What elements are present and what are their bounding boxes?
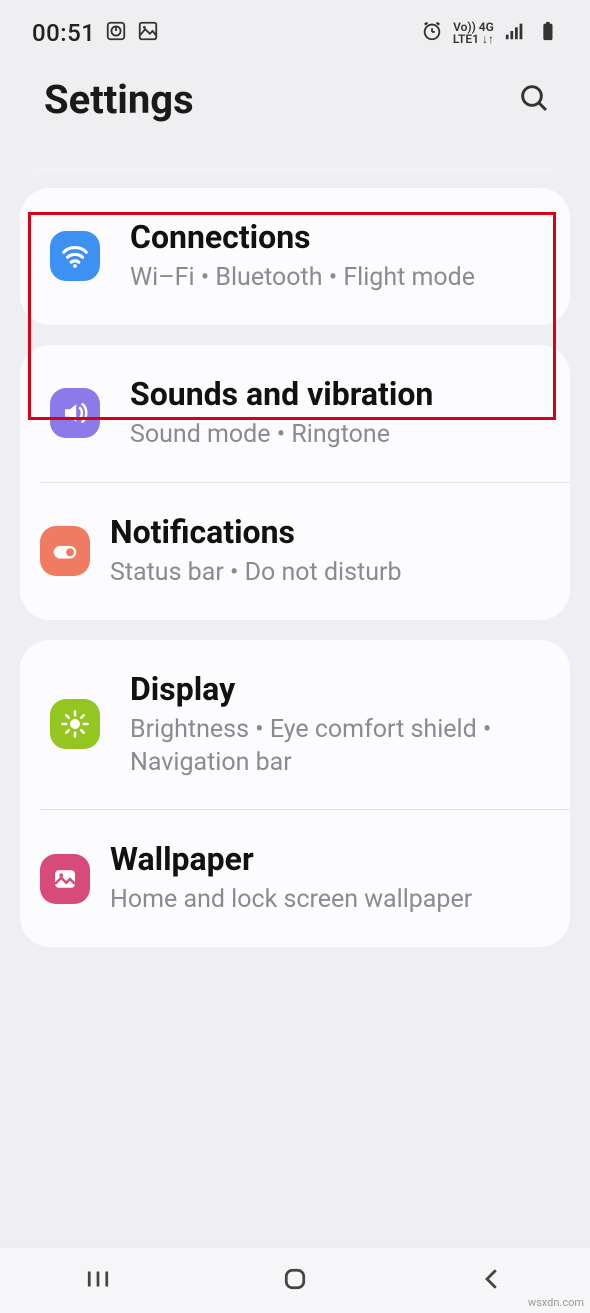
search-button[interactable] [512,78,556,122]
row-title: Display [130,670,540,708]
row-subtitle: Sound mode • Ringtone [130,419,540,452]
row-title: Wallpaper [110,840,540,878]
home-icon [280,1264,310,1297]
clock: 00:51 [32,19,95,47]
nav-home-button[interactable] [255,1261,335,1301]
page-title: Settings [44,76,194,123]
settings-row-display[interactable]: Display Brightness • Eye comfort shield … [20,640,570,809]
signal-icon [504,20,526,46]
nav-back-button[interactable] [452,1261,532,1301]
row-subtitle: Home and lock screen wallpaper [110,884,540,917]
settings-row-connections[interactable]: Connections Wi–Fi • Bluetooth • Flight m… [20,188,570,325]
sun-icon [50,699,100,749]
nav-recents-button[interactable] [58,1261,138,1301]
speaker-icon [50,388,100,438]
settings-row-sounds[interactable]: Sounds and vibration Sound mode • Ringto… [20,345,570,482]
network-label: Vo)) 4G LTE1 ↓↑ [453,21,494,45]
image-icon [40,854,90,904]
recents-icon [83,1264,113,1297]
notification-toggle-icon [40,526,90,576]
row-subtitle: Wi–Fi • Bluetooth • Flight mode [130,262,540,295]
settings-row-notifications[interactable]: Notifications Status bar • Do not distur… [40,482,570,620]
battery-icon [536,20,558,46]
row-title: Sounds and vibration [130,375,540,413]
row-subtitle: Status bar • Do not disturb [110,557,540,590]
back-icon [477,1264,507,1297]
alarm-icon [421,20,443,46]
settings-row-wallpaper[interactable]: Wallpaper Home and lock screen wallpaper [40,809,570,947]
clock-icon [105,20,127,46]
row-subtitle: Brightness • Eye comfort shield • Naviga… [130,714,540,779]
navigation-bar [0,1247,590,1313]
settings-card-1: Sounds and vibration Sound mode • Ringto… [20,345,570,620]
search-icon [518,82,550,117]
status-bar: 00:51 Vo)) 4G LTE1 ↓↑ [0,0,590,58]
settings-card-0: Connections Wi–Fi • Bluetooth • Flight m… [20,188,570,325]
wifi-icon [50,231,100,281]
row-title: Connections [130,218,540,256]
page-header: Settings [0,58,590,168]
photo-icon [137,20,159,46]
row-title: Notifications [110,513,540,551]
settings-card-2: Display Brightness • Eye comfort shield … [20,640,570,947]
prior-card-shadow [30,168,560,180]
